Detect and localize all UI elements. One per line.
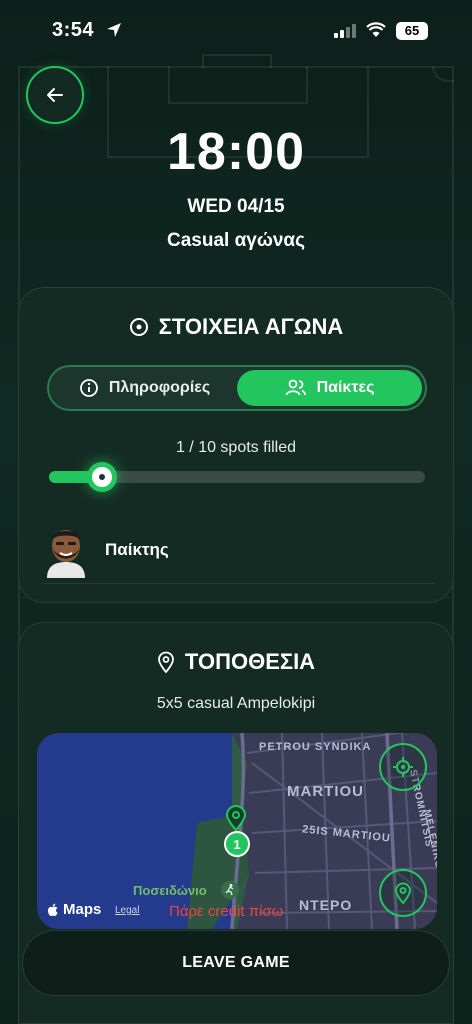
match-time: 18:00 [167,123,305,181]
goal-area [168,66,308,104]
corner-arc [432,66,454,82]
arrow-left-icon [47,88,63,102]
player-row[interactable]: Παίκτης [41,516,435,584]
tab-info[interactable]: Πληροφορίες [52,370,237,406]
details-title: ΣΤΟΙΧΕΙΑ ΑΓΩΝΑ [19,314,453,340]
details-title-text: ΣΤΟΙΧΕΙΑ ΑΓΩΝΑ [158,314,344,339]
crosshair-icon [393,757,413,777]
battery-indicator: 65 [396,22,428,40]
spots-progress-thumb [86,462,117,492]
map-view[interactable]: PETROU SYNDIKA MARTIOU 25IS MARTIOU STRO… [37,733,437,929]
match-type: Casual αγώνας [166,230,305,251]
player-name: Παίκτης [105,539,169,559]
apple-maps-logo[interactable]: Maps [47,901,101,918]
apple-maps-text: Maps [63,901,102,918]
tab-players[interactable]: Παίκτες [237,370,422,406]
map-street-label: NTEPO [299,897,353,913]
info-icon [79,379,98,397]
map-pin-icon [394,882,412,904]
map-poi-label: Ποσειδώνιο [133,883,207,898]
back-button[interactable] [26,66,84,124]
venue-cluster-badge[interactable]: 1 [224,831,250,857]
status-time: 3:54 [52,19,95,41]
location-title-text: ΤΟΠΟΘΕΣΙΑ [184,649,316,674]
map-legal-link[interactable]: Legal [115,905,139,916]
venue-location-button[interactable] [379,869,427,917]
apple-icon [48,903,58,916]
signal-icon [334,24,356,38]
venue-name: 5x5 casual Ampelokipi [156,695,316,712]
map-street-label: MARTIOU [287,783,364,800]
users-icon [285,379,306,396]
map-street-label: PETROU SYNDIKA [259,741,372,753]
wifi-icon [366,22,386,43]
status-bar: 3:54 65 [0,0,472,56]
map-pin-icon [158,651,174,673]
location-title: ΤΟΠΟΘΕΣΙΑ [19,649,453,675]
spots-filled-text: 1 / 10 spots filled [175,439,297,456]
spots-progress-bar [49,462,425,492]
credit-back-link[interactable]: Πάρε credit πίσω [169,903,283,920]
target-icon [129,318,148,336]
leave-game-button[interactable]: LEAVE GAME [22,930,450,996]
location-arrow-icon [106,22,122,43]
details-tabs: Πληροφορίες Παίκτες [47,365,427,411]
recenter-button[interactable] [379,743,427,791]
goal [202,54,272,68]
match-date: WED 04/15 [187,196,285,217]
avatar [41,522,91,578]
running-icon [221,881,239,899]
tab-players-label: Παίκτες [316,379,375,396]
match-details-card: ΣΤΟΙΧΕΙΑ ΑΓΩΝΑ Πληροφορίες Παίκτες 1 / 1… [18,287,454,603]
tab-info-label: Πληροφορίες [108,379,211,396]
